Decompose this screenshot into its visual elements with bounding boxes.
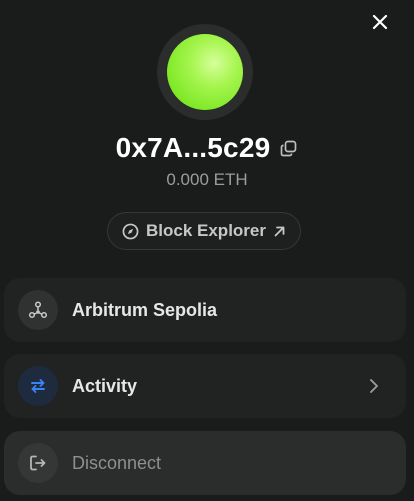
block-explorer-label: Block Explorer [146, 221, 266, 240]
arrow-up-right-icon [274, 226, 285, 236]
activity-chevron [364, 376, 384, 396]
activity-row[interactable]: Activity [4, 354, 406, 418]
network-icon [28, 301, 48, 319]
chevron-right-icon [370, 379, 378, 393]
wallet-balance: 0.000 ETH [166, 170, 248, 189]
network-label: Arbitrum Sepolia [72, 299, 218, 320]
address-row: 0x7A...5c29 [0, 128, 414, 168]
swap-arrows-icon [31, 379, 45, 393]
close-button[interactable] [368, 10, 392, 34]
logout-icon [30, 455, 46, 471]
network-row[interactable]: Arbitrum Sepolia [4, 278, 406, 342]
block-explorer-button[interactable]: Block Explorer [107, 212, 301, 250]
network-icon-badge [18, 290, 58, 330]
disconnect-row[interactable]: Disconnect [4, 431, 406, 495]
activity-icon-badge [18, 366, 58, 406]
avatar-ring [157, 24, 253, 120]
disconnect-label: Disconnect [72, 452, 162, 473]
compass-icon [122, 223, 139, 239]
copy-address-button[interactable] [280, 139, 298, 157]
close-icon [372, 14, 388, 30]
copy-icon [281, 140, 297, 156]
avatar [167, 34, 243, 110]
activity-label: Activity [72, 375, 138, 396]
account-modal: 0x7A...5c29 0.000 ETH Block Explorer Arb… [0, 0, 414, 501]
wallet-address: 0x7A...5c29 [115, 132, 271, 163]
disconnect-icon-badge [18, 443, 58, 483]
